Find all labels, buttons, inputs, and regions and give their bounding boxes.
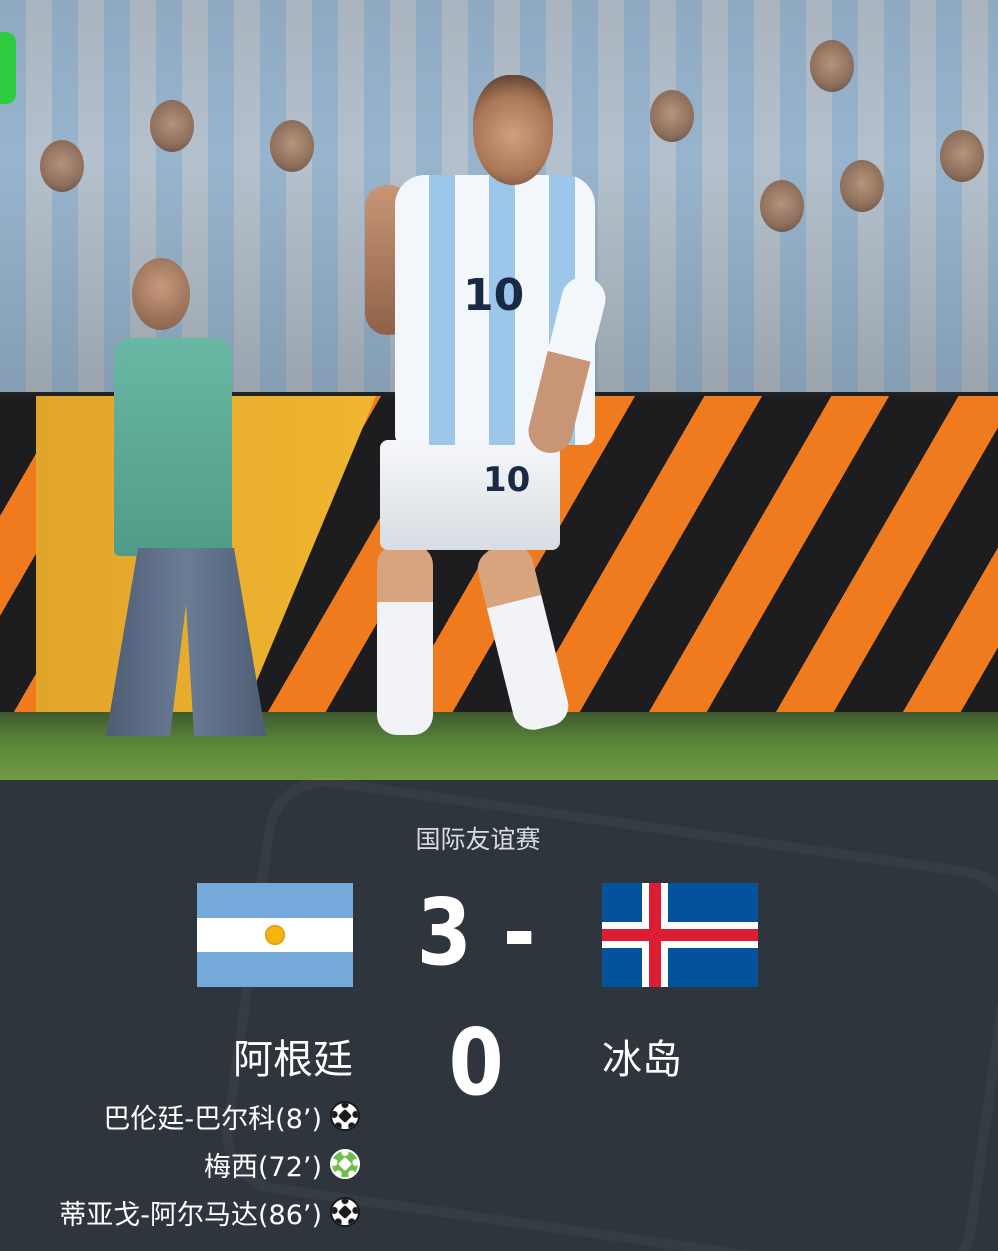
- crowd-head: [810, 40, 854, 92]
- status-chip[interactable]: [0, 32, 16, 104]
- crowd-head: [40, 140, 84, 192]
- photographer-figure: [96, 258, 286, 736]
- crowd-head: [840, 160, 884, 212]
- argentina-flag-icon: [197, 883, 353, 987]
- flag-band: [197, 917, 353, 953]
- crowd-head: [940, 130, 984, 182]
- player-shorts: [380, 440, 560, 550]
- scorer-row: 巴伦廷-巴尔科(8’): [0, 1092, 360, 1140]
- scorer-text: 梅西(72’): [203, 1151, 322, 1183]
- home-team-name: 阿根廷: [233, 1037, 353, 1083]
- photographer-vest: [114, 338, 232, 556]
- player-figure: 10 10: [355, 75, 615, 755]
- competition-title: 国际友谊赛: [415, 825, 541, 854]
- shirt-number: 10: [463, 270, 525, 321]
- flag-cross: [602, 929, 758, 941]
- player-leg: [377, 545, 433, 735]
- scorer-text: 巴伦廷-巴尔科(8’): [103, 1103, 322, 1135]
- crowd-head: [150, 100, 194, 152]
- scorer-row: 梅西(72’): [0, 1140, 360, 1188]
- sun-of-may-icon: [259, 918, 291, 951]
- player-leg: [473, 540, 573, 735]
- soccer-ball-icon: [330, 1101, 360, 1131]
- crowd-head: [270, 120, 314, 172]
- photographer-head: [132, 258, 190, 330]
- flag-band: [197, 952, 353, 987]
- match-photo: 10 10: [0, 0, 998, 780]
- scorers-list: 巴伦廷-巴尔科(8’) 梅西(72’) 蒂亚戈-阿尔马达(86’): [0, 1092, 360, 1236]
- scorer-row: 蒂亚戈-阿尔马达(86’): [0, 1188, 360, 1236]
- crowd-head: [760, 180, 804, 232]
- penalty-soccer-ball-icon: [330, 1149, 360, 1179]
- player-head: [473, 75, 553, 185]
- shorts-number: 10: [483, 460, 531, 500]
- soccer-ball-icon: [330, 1197, 360, 1227]
- photographer-legs: [106, 548, 266, 736]
- scorer-text: 蒂亚戈-阿尔马达(86’): [59, 1199, 322, 1231]
- flag-band: [197, 883, 353, 918]
- crowd-head: [650, 90, 694, 142]
- iceland-flag-icon: [602, 883, 758, 987]
- match-score: 3 - 0: [416, 879, 538, 1116]
- away-team-name: 冰岛: [602, 1037, 682, 1083]
